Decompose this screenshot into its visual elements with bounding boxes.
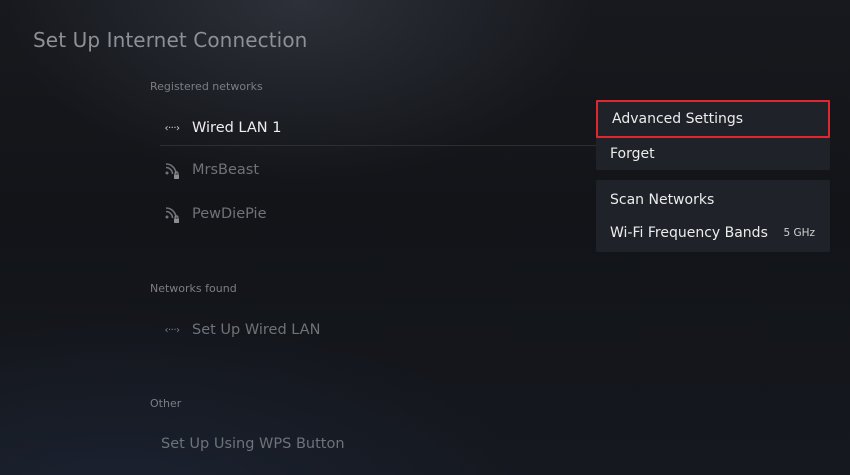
section-label-networks-found: Networks found [150, 282, 237, 295]
network-name: Set Up Wired LAN [192, 322, 321, 338]
scan-networks-item[interactable]: Scan Networks [596, 183, 830, 216]
wifi-locked-icon [160, 159, 184, 181]
frequency-value: 5 GHz [783, 226, 815, 239]
network-name: PewDiePie [192, 206, 267, 222]
options-menu-group-2: Scan Networks Wi-Fi Frequency Bands 5 GH… [596, 180, 830, 252]
wifi-frequency-bands-item[interactable]: Wi-Fi Frequency Bands 5 GHz [596, 216, 830, 249]
option-label: Set Up Using WPS Button [161, 436, 345, 452]
network-row-wired-lan-1[interactable]: ‹···› Wired LAN 1 [160, 111, 600, 146]
menu-item-label: Scan Networks [610, 191, 715, 208]
network-row-set-up-wired-lan[interactable]: ‹···› Set Up Wired LAN [160, 313, 320, 347]
menu-item-label: Advanced Settings [612, 111, 744, 127]
network-row-mrsbeast[interactable]: MrsBeast [160, 153, 259, 187]
menu-item-label: Forget [610, 145, 655, 162]
ethernet-icon: ‹···› [164, 324, 180, 336]
page-title: Set Up Internet Connection [33, 28, 308, 52]
section-label-other: Other [150, 397, 182, 410]
row-set-up-wps[interactable]: Set Up Using WPS Button [161, 427, 345, 461]
wifi-locked-icon [160, 203, 184, 225]
options-menu-group-1: Advanced Settings Forget [596, 100, 830, 170]
menu-item-label: Wi-Fi Frequency Bands [610, 224, 768, 241]
network-name: Wired LAN 1 [192, 120, 282, 136]
network-name: MrsBeast [192, 162, 260, 178]
advanced-settings-item[interactable]: Advanced Settings [596, 100, 830, 138]
ethernet-icon: ‹···› [164, 122, 180, 134]
forget-item[interactable]: Forget [596, 137, 830, 170]
section-label-registered: Registered networks [150, 80, 263, 93]
network-row-pewdiepie[interactable]: PewDiePie [160, 197, 267, 231]
